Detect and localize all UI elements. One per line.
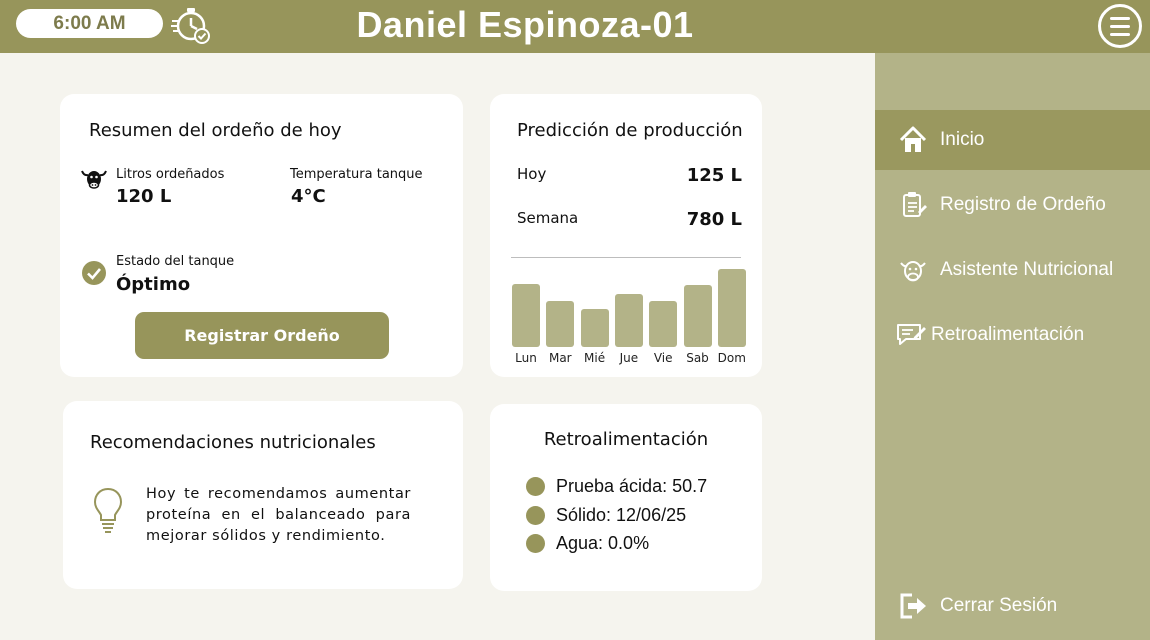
cow-icon [81, 166, 107, 192]
sidebar-item-asistente[interactable]: Asistente Nutricional [875, 240, 1150, 300]
hamburger-menu-icon[interactable] [1098, 4, 1142, 48]
sidebar: Inicio Registro de Ordeño Asistente Nutr… [875, 53, 1150, 640]
liters-label: Litros ordeñados [116, 167, 225, 182]
feedback-item-text: Sólido: 12/06/25 [556, 505, 687, 525]
tank-status-value: Óptimo [116, 274, 191, 295]
chart-bar [546, 301, 575, 347]
bullet-dot [526, 506, 545, 525]
chart-bar [717, 269, 746, 347]
recommendation-text: Hoy te recomendamos aumentar proteína en… [146, 486, 411, 544]
sidebar-item-label: Asistente Nutricional [940, 259, 1114, 280]
feedback-title: Retroalimentación [543, 429, 709, 450]
home-icon [897, 124, 929, 156]
feedback-icon [895, 319, 927, 351]
chart-bar [580, 309, 609, 347]
clipboard-icon [897, 189, 929, 221]
chart-bar [683, 285, 712, 347]
feedback-item: Agua: 0.0% [526, 533, 649, 554]
bullet-dot [526, 477, 545, 496]
liters-value: 120 L [116, 186, 172, 207]
production-prediction-card: Predicción de producción Hoy 125 L Seman… [490, 94, 762, 377]
temperature-value: 4°C [291, 186, 326, 207]
tank-status-label: Estado del tanque [116, 254, 235, 269]
chart-bar [649, 301, 678, 347]
feedback-card: Retroalimentación Prueba ácida: 50.7 Sól… [490, 404, 762, 591]
logout-button[interactable]: Cerrar Sesión [875, 576, 1150, 636]
milking-summary-card: Resumen del ordeño de hoy Litros ordeñad… [60, 94, 463, 377]
chart-tick-label: Dom [717, 351, 746, 365]
sidebar-item-label: Inicio [940, 129, 985, 150]
register-milking-button[interactable]: Registrar Ordeño [135, 312, 389, 359]
sidebar-item-registro[interactable]: Registro de Ordeño [875, 175, 1150, 235]
summary-title: Resumen del ordeño de hoy [89, 120, 342, 141]
feedback-item: Prueba ácida: 50.7 [526, 476, 707, 497]
chart-bar [614, 294, 643, 347]
sidebar-item-inicio[interactable]: Inicio [875, 110, 1150, 170]
page-title: Daniel Espinoza-01 [356, 4, 694, 45]
check-circle-icon [82, 261, 106, 285]
weekly-production-chart: Lun Mar Mié Jue Vie Sab Dom [490, 94, 762, 377]
top-header: 6:00 AM Daniel Espinoza-01 [0, 0, 1150, 53]
logout-label: Cerrar Sesión [940, 595, 1058, 616]
chart-bar [512, 284, 540, 347]
nutrition-recommendations-card: Recomendaciones nutricionales Hoy te rec… [63, 401, 463, 589]
logout-icon [897, 590, 929, 622]
sidebar-item-label: Registro de Ordeño [940, 194, 1106, 215]
sidebar-item-retroalimentacion[interactable]: Retroalimentación [875, 305, 1150, 365]
feedback-item-text: Prueba ácida: 50.7 [556, 476, 708, 496]
recommendations-title: Recomendaciones nutricionales [90, 432, 376, 453]
feedback-item: Sólido: 12/06/25 [526, 505, 686, 526]
temperature-label: Temperatura tanque [290, 167, 423, 182]
sidebar-item-label: Retroalimentación [931, 324, 1085, 345]
cow-icon [897, 254, 929, 286]
feedback-item-text: Agua: 0.0% [556, 533, 650, 553]
bullet-dot [526, 534, 545, 553]
lightbulb-icon [93, 487, 123, 533]
